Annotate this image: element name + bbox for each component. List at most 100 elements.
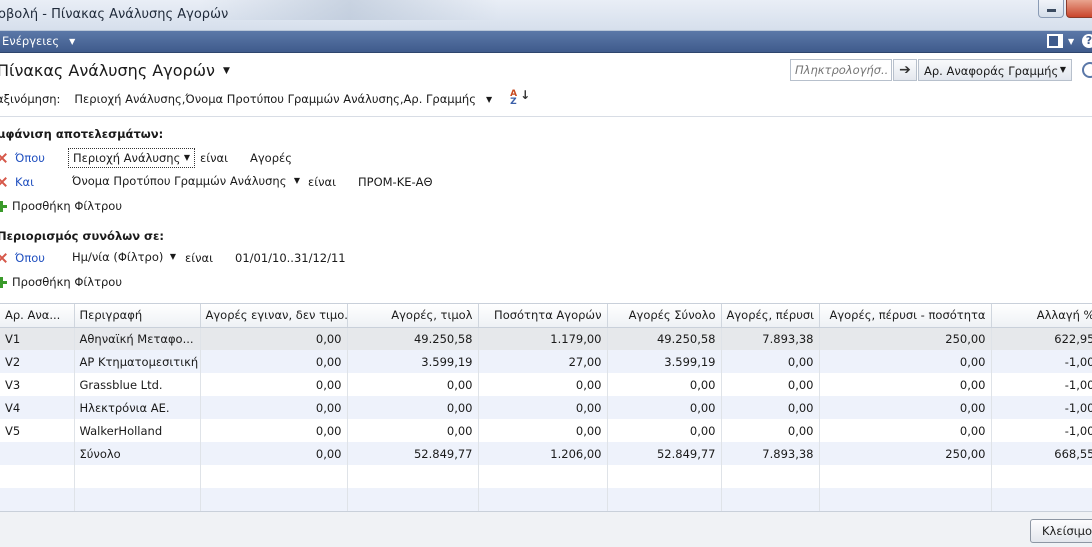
add-filter-row[interactable]: Προσθήκη Φίλτρου [0,272,200,292]
search-input[interactable] [790,59,892,81]
table-cell[interactable] [0,442,75,465]
column-header[interactable]: Ποσότητα Αγορών [478,304,608,328]
table-cell[interactable] [200,465,348,488]
table-cell[interactable] [478,488,608,511]
chevron-down-icon[interactable]: ▼ [1068,37,1074,46]
table-cell[interactable] [991,488,1092,511]
table-cell[interactable]: 0,00 [721,419,820,442]
column-header[interactable]: Αγορές, πέρυσι [721,304,820,328]
add-filter-link[interactable]: Προσθήκη Φίλτρου [12,199,122,213]
table-cell[interactable]: -1,00 [991,350,1092,373]
table-cell[interactable]: 0,00 [347,419,479,442]
add-filter-link[interactable]: Προσθήκη Φίλτρου [12,275,122,289]
table-cell[interactable] [478,465,608,488]
table-cell[interactable]: 0,00 [721,350,820,373]
table-cell[interactable]: 0,00 [200,350,348,373]
table-cell[interactable] [0,488,75,511]
empty-table-row[interactable] [0,488,1092,511]
table-cell[interactable]: 0,00 [200,327,348,350]
table-cell[interactable] [819,465,992,488]
table-cell[interactable]: 0,00 [478,396,608,419]
help-icon[interactable]: ? [1082,34,1092,48]
table-cell[interactable]: V2 [0,350,75,373]
close-window-button[interactable] [1066,0,1092,18]
table-cell[interactable]: 0,00 [721,396,820,419]
search-go-button[interactable]: ➔ [893,59,917,81]
table-cell[interactable]: 3.599,19 [347,350,479,373]
table-cell[interactable] [721,465,820,488]
table-cell[interactable]: 0,00 [200,396,348,419]
column-header[interactable]: Αγορές εγιναν, δεν τιμο... [200,304,348,328]
column-header[interactable]: Αλλαγή % [991,304,1092,328]
table-cell[interactable]: Αθηναϊκή Μεταφο... [74,327,201,350]
table-row[interactable]: V2 ΑΡ Κτηματομεσιτική 0,00 3.599,19 27,00 3.5… [0,350,1092,373]
table-cell[interactable]: V5 [0,419,75,442]
search-field-dropdown[interactable]: Αρ. Αναφοράς Γραμμής ▼ [918,59,1072,81]
table-cell[interactable]: -1,00 [991,373,1092,396]
table-cell[interactable]: 0,00 [607,396,722,419]
table-cell[interactable]: 0,00 [607,373,722,396]
table-cell[interactable]: 0,00 [819,373,992,396]
table-cell[interactable] [74,465,201,488]
table-row[interactable]: Σύνολο 0,00 52.849,77 1.206,00 52.849,77 7.89… [0,442,1092,465]
remove-filter-icon[interactable] [0,177,7,187]
column-header[interactable]: Αγορές Σύνολο [607,304,722,328]
empty-table-row[interactable] [0,465,1092,488]
close-button[interactable]: Κλείσιμο [1030,519,1092,543]
table-cell[interactable]: 49.250,58 [347,327,479,350]
table-cell[interactable] [991,465,1092,488]
minimize-button[interactable] [1038,0,1064,18]
add-filter-row[interactable]: Προσθήκη Φίλτρου [0,196,200,216]
table-cell[interactable]: 52.849,77 [607,442,722,465]
table-cell[interactable]: 0,00 [347,396,479,419]
filter-field-dropdown[interactable]: Ημ/νία (Φίλτρο) ▼ [68,248,180,268]
table-cell[interactable]: Σύνολο [74,442,201,465]
table-cell[interactable]: 7.893,38 [721,442,820,465]
filter-value[interactable]: ΠΡΟΜ-ΚΕ-ΑΘ [358,175,433,189]
table-cell[interactable]: 52.849,77 [347,442,479,465]
table-cell[interactable]: 250,00 [819,442,992,465]
table-cell[interactable] [200,488,348,511]
table-cell[interactable]: 0,00 [200,442,348,465]
table-cell[interactable] [347,488,479,511]
table-cell[interactable]: 1.179,00 [478,327,608,350]
table-row[interactable]: V3 Grassblue Ltd. 0,00 0,00 0,00 0,00 0,00 0,00… [0,373,1092,396]
column-header[interactable]: Αγορές, τιμολ [347,304,479,328]
column-header[interactable]: Περιγραφή [74,304,201,328]
table-cell[interactable] [721,488,820,511]
filter-field-dropdown[interactable]: Περιοχή Ανάλυσης ▼ [68,148,195,168]
table-cell[interactable]: 0,00 [200,419,348,442]
table-cell[interactable]: 0,00 [819,350,992,373]
table-cell[interactable]: 668,55 [991,442,1092,465]
table-row[interactable]: V1 Αθηναϊκή Μεταφο... 0,00 49.250,58 1.179,0… [0,327,1092,350]
table-cell[interactable]: 0,00 [721,373,820,396]
filter-connector[interactable]: Όπου [15,251,45,265]
table-cell[interactable]: Ηλεκτρόνια ΑΕ. [74,396,201,419]
table-cell[interactable] [607,465,722,488]
table-cell[interactable] [347,465,479,488]
table-cell[interactable] [0,465,75,488]
sort-direction-icon[interactable]: A Z ↓ [510,89,530,108]
table-cell[interactable]: 0,00 [347,373,479,396]
actions-menu[interactable]: Ενέργειες ▼ [2,34,75,48]
chevron-down-icon[interactable]: ▼ [486,95,492,104]
table-cell[interactable]: 49.250,58 [607,327,722,350]
table-cell[interactable] [74,488,201,511]
table-cell[interactable]: 7.893,38 [721,327,820,350]
table-row[interactable]: V5 WalkerHolland 0,00 0,00 0,00 0,00 0,00 0,00-… [0,419,1092,442]
table-cell[interactable]: 0,00 [478,419,608,442]
filter-value[interactable]: Αγορές [250,151,292,165]
table-row[interactable]: V4 Ηλεκτρόνια ΑΕ. 0,00 0,00 0,00 0,00 0,00 0,00… [0,396,1092,419]
table-cell[interactable]: V3 [0,373,75,396]
column-header[interactable]: Αρ. Ανα... [0,304,75,328]
window-layout-icon[interactable] [1047,34,1063,48]
table-cell[interactable]: Grassblue Ltd. [74,373,201,396]
table-cell[interactable] [607,488,722,511]
filter-connector[interactable]: Όπου [15,151,45,165]
table-cell[interactable]: V4 [0,396,75,419]
table-cell[interactable]: ΑΡ Κτηματομεσιτική [74,350,201,373]
table-cell[interactable]: 0,00 [478,373,608,396]
table-cell[interactable]: 622,95 [991,327,1092,350]
table-cell[interactable]: 0,00 [200,373,348,396]
table-cell[interactable]: 0,00 [819,396,992,419]
